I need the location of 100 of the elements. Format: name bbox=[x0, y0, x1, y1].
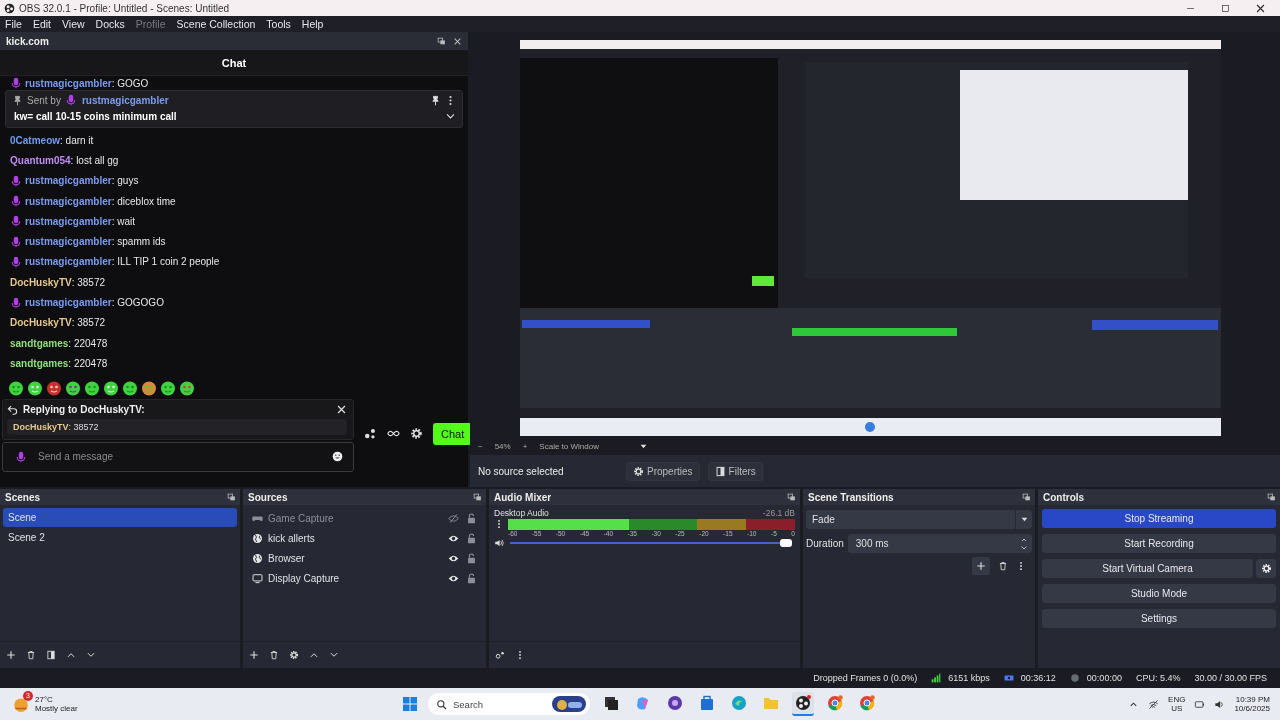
zoom-in-button[interactable]: + bbox=[522, 442, 528, 451]
menu-item[interactable]: Edit bbox=[32, 18, 51, 30]
emote-icon bbox=[27, 379, 43, 396]
menu-item[interactable]: Tools bbox=[266, 18, 291, 30]
source-item[interactable]: Display Capture bbox=[246, 568, 483, 588]
menu-item[interactable]: File bbox=[5, 18, 22, 30]
status-text: 00:00:00 bbox=[1086, 673, 1122, 683]
chat-message: DocHuskyTV: 38572 bbox=[10, 276, 106, 288]
bag-icon bbox=[699, 695, 715, 711]
dock-title: Scenes bbox=[5, 491, 41, 503]
undock-icon[interactable] bbox=[1022, 492, 1031, 502]
virtual-camera-settings-button[interactable] bbox=[1256, 559, 1276, 578]
move-down-icon[interactable] bbox=[86, 650, 96, 660]
caret-icon bbox=[638, 442, 648, 451]
close-icon[interactable] bbox=[1255, 2, 1266, 14]
chat-message: rustmagicgambler: ILL TIP 1 coin 2 people bbox=[25, 256, 220, 268]
dock-title: Audio Mixer bbox=[494, 491, 552, 503]
channel-name: Desktop Audio bbox=[494, 508, 549, 518]
scene-item[interactable]: Scene 2 bbox=[3, 528, 237, 547]
menu-item[interactable]: Scene Collection bbox=[176, 18, 256, 30]
trash-icon[interactable] bbox=[269, 650, 279, 660]
maximize-icon[interactable] bbox=[1220, 2, 1231, 14]
message-field[interactable]: Send a message bbox=[2, 441, 354, 472]
duration-label: Duration bbox=[806, 538, 844, 549]
control-button[interactable]: Start Recording bbox=[1042, 534, 1276, 553]
trash-icon[interactable] bbox=[998, 561, 1008, 571]
menu-item[interactable]: Docks bbox=[95, 18, 125, 30]
temperature: 27°C bbox=[35, 695, 54, 704]
message-field[interactable]: Send a message bbox=[36, 450, 324, 464]
speaker-icon[interactable] bbox=[494, 538, 504, 548]
volume-slider[interactable] bbox=[510, 540, 795, 546]
emote-icon bbox=[179, 379, 195, 396]
chat-message: rustmagicgambler: spamm ids bbox=[25, 236, 166, 248]
lock-icon[interactable] bbox=[466, 532, 477, 544]
clock-time: 10:39 PM bbox=[1235, 695, 1270, 704]
add-icon[interactable] bbox=[972, 557, 990, 575]
chat-send-button[interactable]: Chat bbox=[433, 422, 473, 445]
chat-message: DocHuskyTV: 38572 bbox=[10, 317, 106, 329]
move-up-icon[interactable] bbox=[309, 650, 319, 660]
username: rustmagicgambler bbox=[81, 94, 169, 106]
close-icon[interactable] bbox=[336, 403, 347, 415]
menu-item[interactable]: View bbox=[62, 18, 85, 30]
eye-off-icon[interactable] bbox=[448, 512, 459, 524]
mic-badge-icon bbox=[15, 450, 27, 463]
source-item[interactable]: Game Capture bbox=[246, 508, 483, 528]
mixer-settings-icon[interactable] bbox=[495, 650, 505, 660]
control-button[interactable]: Start Virtual Camera bbox=[1042, 559, 1253, 578]
folder-icon bbox=[763, 695, 779, 711]
emote-icon bbox=[84, 379, 100, 396]
move-down-icon[interactable] bbox=[329, 650, 339, 660]
emote-icon bbox=[8, 379, 24, 396]
emote-icon bbox=[103, 379, 119, 396]
trash-icon[interactable] bbox=[26, 650, 36, 660]
chevron-down-icon[interactable] bbox=[445, 111, 456, 122]
undock-icon[interactable] bbox=[227, 492, 236, 502]
status-text: CPU: 5.4% bbox=[1135, 673, 1181, 683]
window-stack-icon bbox=[603, 695, 619, 711]
undock-icon[interactable] bbox=[1267, 492, 1276, 502]
lock-icon[interactable] bbox=[466, 552, 477, 564]
status-text: Dropped Frames 0 (0.0%) bbox=[813, 673, 918, 683]
control-button[interactable]: Settings bbox=[1042, 609, 1276, 628]
add-icon[interactable] bbox=[249, 650, 259, 660]
undock-icon[interactable] bbox=[473, 492, 482, 502]
taskbar-app[interactable] bbox=[792, 692, 814, 716]
pin-icon[interactable] bbox=[430, 94, 441, 106]
undock-icon[interactable] bbox=[787, 492, 796, 502]
close-icon[interactable] bbox=[453, 36, 462, 46]
menu-item[interactable]: Help bbox=[301, 18, 324, 30]
pin-icon bbox=[12, 94, 23, 106]
network-icon[interactable] bbox=[1148, 698, 1160, 710]
lock-icon[interactable] bbox=[466, 572, 477, 584]
chat-message: rustmagicgambler: diceblox time bbox=[25, 195, 176, 207]
control-button[interactable]: Studio Mode bbox=[1042, 584, 1276, 603]
undock-icon[interactable] bbox=[437, 36, 446, 46]
gear-icon[interactable] bbox=[289, 650, 299, 660]
scale-dropdown[interactable]: Scale to Window bbox=[539, 442, 648, 451]
move-up-icon[interactable] bbox=[66, 650, 76, 660]
emote-icon bbox=[122, 379, 138, 396]
emoji-icon[interactable] bbox=[332, 451, 343, 463]
points-icon[interactable] bbox=[364, 427, 377, 441]
source-item[interactable]: Browser bbox=[246, 548, 483, 568]
filters-button[interactable]: Filters bbox=[707, 461, 763, 481]
properties-button[interactable]: Properties bbox=[626, 461, 700, 481]
emote-icon bbox=[65, 379, 81, 396]
add-icon[interactable] bbox=[6, 650, 16, 660]
filter-icon[interactable] bbox=[46, 650, 56, 660]
quoted-message: DocHuskyTV: 38572 bbox=[7, 418, 347, 435]
scene-item[interactable]: Scene bbox=[3, 508, 237, 527]
search-field[interactable]: Search bbox=[428, 693, 590, 715]
duration-field[interactable]: 300 ms bbox=[847, 534, 1032, 553]
chat-message: sandtgames: 220478 bbox=[10, 337, 108, 349]
chat-message: rustmagicgambler: GOGO bbox=[25, 77, 149, 89]
control-button[interactable]: Stop Streaming bbox=[1042, 509, 1276, 528]
caret-icon bbox=[1019, 515, 1029, 524]
source-item[interactable]: kick allerts bbox=[246, 528, 483, 548]
transition-dropdown[interactable]: Fade bbox=[806, 510, 1032, 529]
settings-icon[interactable] bbox=[410, 427, 423, 441]
zoom-out-button[interactable]: − bbox=[478, 442, 483, 451]
lock-icon[interactable] bbox=[466, 512, 477, 524]
battery-icon[interactable] bbox=[1194, 698, 1206, 710]
